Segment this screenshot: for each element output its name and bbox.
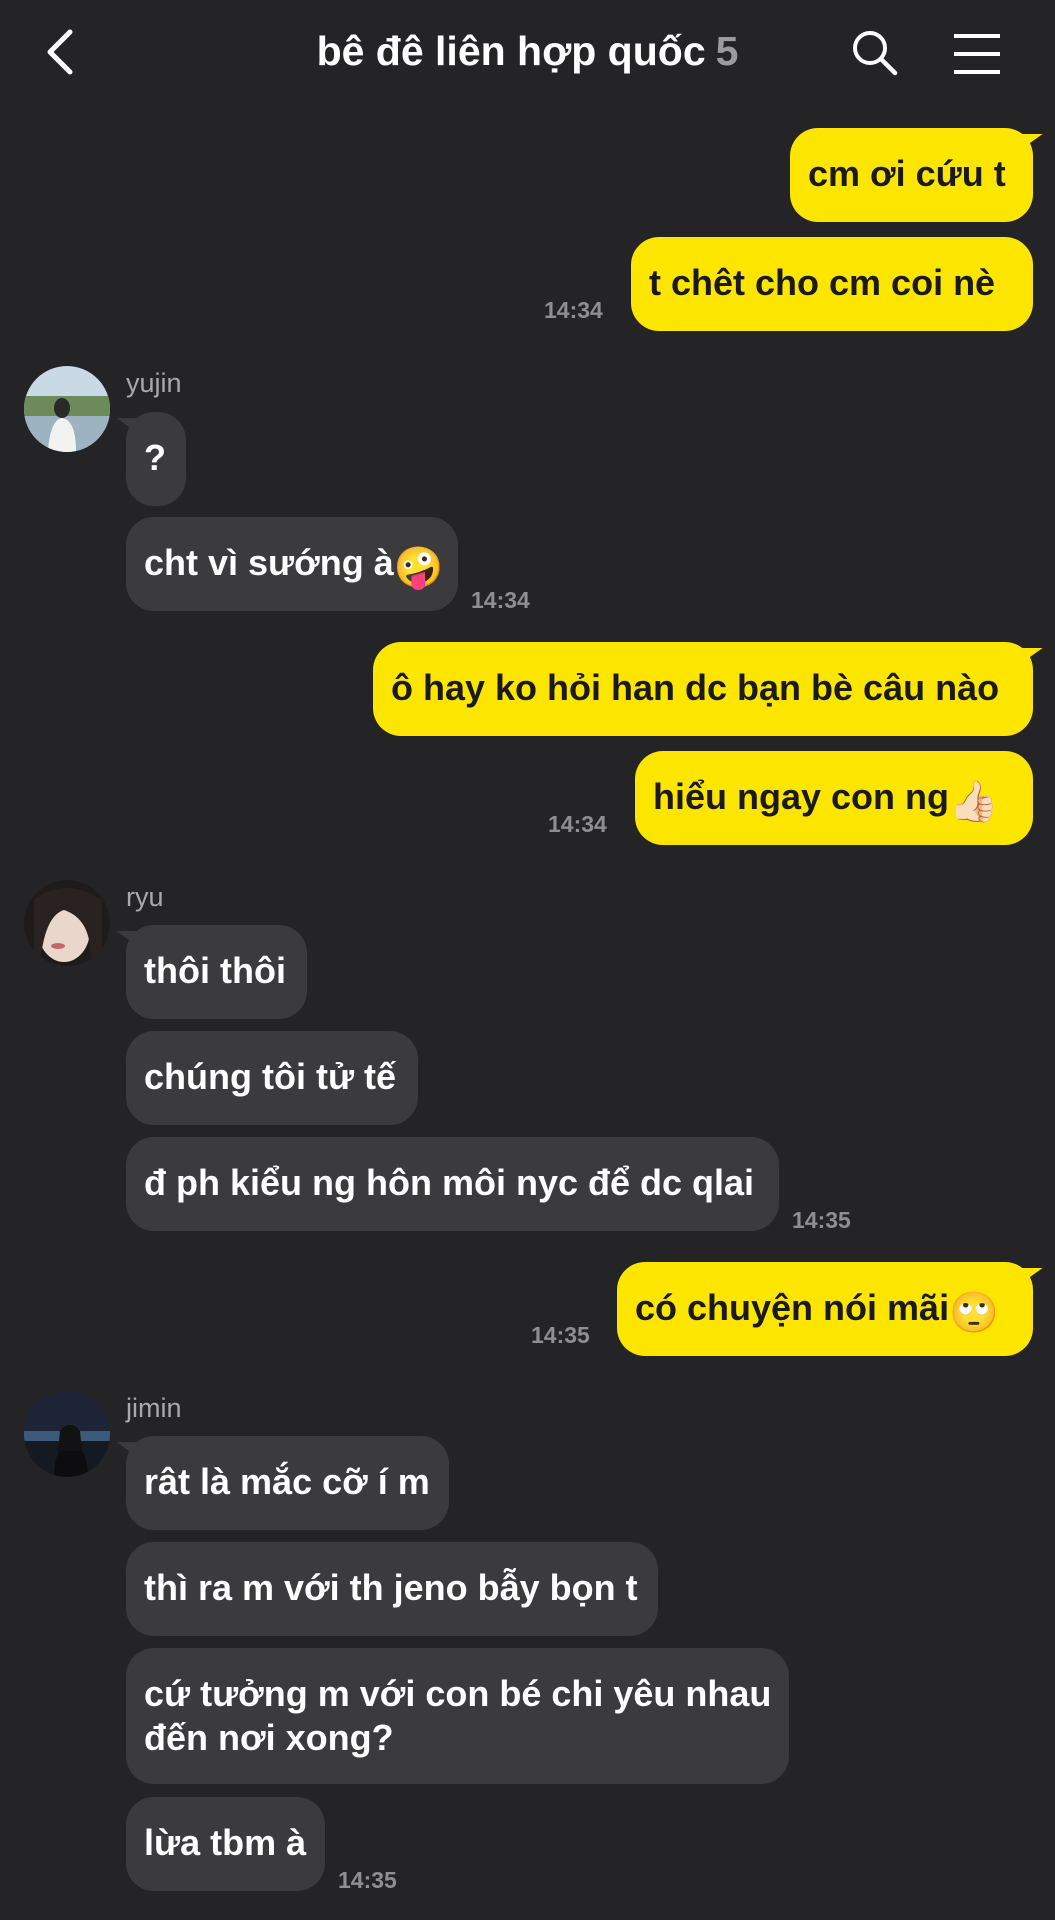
their-message[interactable]: thì ra m với th jeno bẫy bọn t [126,1542,658,1636]
their-message[interactable]: chúng tôi tử tế [126,1031,418,1125]
chat-name: bê đê liên hợp quốc [316,28,706,74]
their-message[interactable]: cứ tưởng m với con bé chi yêu nhau đến n… [126,1648,789,1784]
my-message[interactable]: hiểu ngay con ng👍🏻 [635,751,1033,845]
message-time: 14:34 [548,811,607,837]
their-message[interactable]: lừa tbm à [126,1797,325,1891]
my-message[interactable]: t chêt cho cm coi nè [631,237,1033,331]
avatar-ryu[interactable] [24,880,110,966]
their-message[interactable]: rât là mắc cỡ í m [126,1436,449,1530]
their-message[interactable]: đ ph kiểu ng hôn môi nyc để dc qlai [126,1137,779,1231]
menu-button[interactable] [952,32,1002,76]
message-time: 14:35 [531,1322,590,1348]
eye-roll-emoji: 🙄 [949,1291,999,1335]
avatar-image [24,880,110,966]
member-count: 5 [715,28,739,74]
message-time: 14:34 [544,297,603,323]
message-time: 14:35 [792,1207,851,1233]
sender-name: yujin [126,368,182,398]
my-message[interactable]: cm ơi cứu t [790,128,1033,222]
sender-name: ryu [126,882,164,912]
avatar-image [24,366,110,452]
my-message[interactable]: ô hay ko hỏi han dc bạn bè câu nào [373,642,1033,736]
avatar-yujin[interactable] [24,366,110,452]
their-message[interactable]: thôi thôi [126,925,307,1019]
message-time: 14:35 [338,1867,397,1893]
avatar-image [24,1391,110,1477]
hamburger-menu-icon [954,34,1000,74]
my-message[interactable]: có chuyện nói mãi🙄 [617,1262,1033,1356]
search-icon [853,31,898,76]
sender-name: jimin [126,1393,182,1423]
their-message[interactable]: ? [126,412,186,506]
search-button[interactable] [850,28,900,78]
their-message[interactable]: cht vì sướng à🤪 [126,517,458,611]
chat-header: bê đê liên hợp quốc 5 [0,0,1055,110]
zany-face-emoji: 🤪 [393,546,444,590]
avatar-jimin[interactable] [24,1391,110,1477]
message-time: 14:34 [471,587,530,613]
thumbs-up-emoji: 👍🏻 [949,780,999,824]
